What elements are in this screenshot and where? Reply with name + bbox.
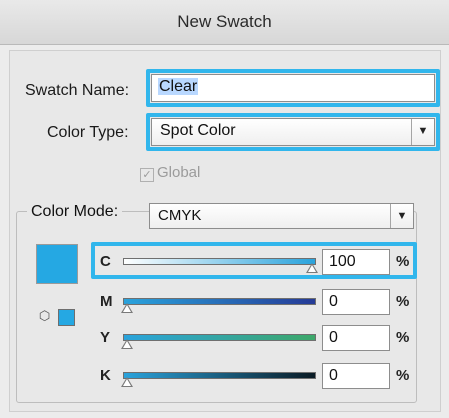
color-type-value: Spot Color: [160, 122, 236, 139]
channel-label-c: C: [100, 253, 111, 270]
slider-thumb-k[interactable]: [121, 377, 133, 387]
percent-label-m: %: [396, 293, 410, 310]
color-type-label: Color Type:: [47, 124, 129, 141]
cube-gamut-icon: ⬡: [38, 308, 51, 323]
channel-value-m[interactable]: 0: [322, 289, 390, 315]
swatch-preview: [36, 244, 78, 284]
channel-value-c[interactable]: 100: [322, 249, 390, 275]
slider-thumb-c[interactable]: [306, 263, 318, 273]
slider-thumb-y[interactable]: [121, 339, 133, 349]
global-checkbox[interactable]: ✓ Global: [140, 164, 200, 182]
swatch-name-label: Swatch Name:: [25, 82, 130, 99]
percent-label-k: %: [396, 367, 410, 384]
global-check-icon: ✓: [140, 168, 154, 182]
color-mode-value: CMYK: [158, 207, 202, 224]
slider-track-k[interactable]: [123, 372, 316, 379]
color-type-select[interactable]: Spot Color ▼: [151, 118, 435, 146]
slider-thumb-m[interactable]: [121, 303, 133, 313]
channel-label-m: M: [100, 293, 113, 310]
color-mode-select[interactable]: CMYK ▼: [149, 203, 414, 229]
color-mode-dropdown-arrow-icon[interactable]: ▼: [390, 204, 413, 228]
color-mode-label: Color Mode:: [27, 203, 123, 221]
slider-track-c[interactable]: [123, 258, 316, 265]
dialog-title: New Swatch: [0, 0, 449, 45]
percent-label-c: %: [396, 253, 410, 270]
color-type-dropdown-arrow-icon[interactable]: ▼: [411, 119, 434, 145]
slider-track-y[interactable]: [123, 334, 316, 341]
swatch-name-field[interactable]: Clear: [151, 74, 435, 102]
channel-value-k[interactable]: 0: [322, 363, 390, 389]
global-label: Global: [157, 164, 201, 181]
in-gamut-swatch[interactable]: [58, 309, 75, 326]
channel-value-y[interactable]: 0: [322, 325, 390, 351]
slider-track-m[interactable]: [123, 298, 316, 305]
swatch-name-value: Clear: [158, 78, 199, 95]
channel-label-y: Y: [100, 329, 111, 346]
channel-label-k: K: [100, 367, 111, 384]
percent-label-y: %: [396, 329, 410, 346]
